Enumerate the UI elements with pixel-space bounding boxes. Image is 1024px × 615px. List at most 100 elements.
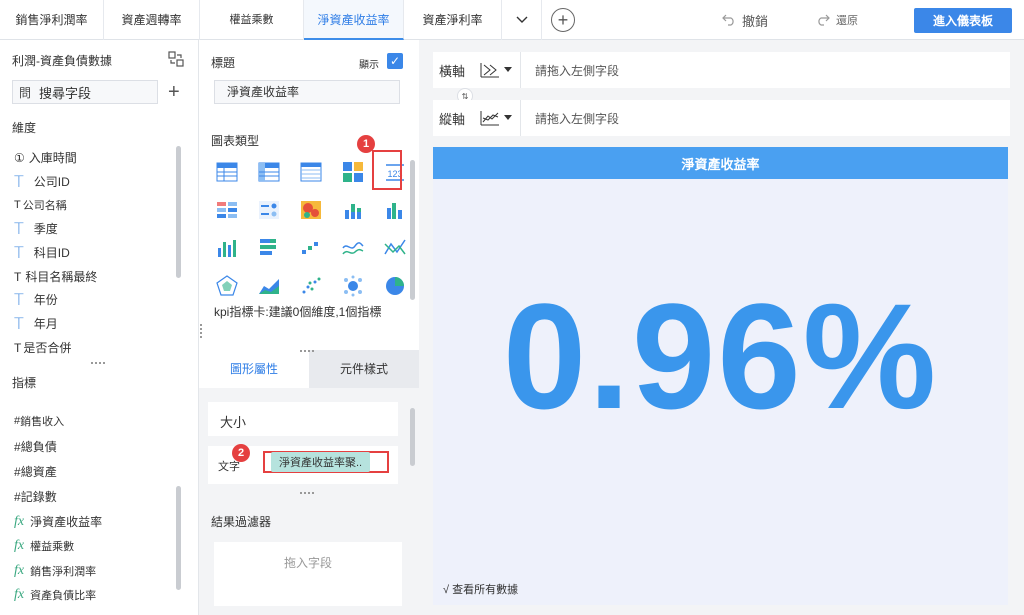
view-all-data-link[interactable]: √ 查看所有數據 <box>443 581 518 597</box>
field-label: 入庫時間 <box>28 151 77 165</box>
add-tab-button[interactable]: + <box>551 8 575 32</box>
chart-type-label: 圖表類型 <box>211 134 260 148</box>
vertical-splitter-handle[interactable] <box>200 323 206 339</box>
enter-dashboard-button[interactable]: 進入儀表板 <box>914 8 1012 33</box>
field-label: 銷售淨利潤率 <box>30 566 97 578</box>
metric-item[interactable]: fx 淨資產收益率 <box>14 513 102 530</box>
kpi-value: 0.96% <box>502 272 939 440</box>
tab-graphic-properties[interactable]: 圖形屬性 <box>199 350 309 388</box>
y-axis-sort-button[interactable] <box>471 100 521 136</box>
y-axis-shelf[interactable]: 縱軸 請拖入左側字段 <box>433 100 1010 136</box>
x-axis-sort-button[interactable] <box>471 52 521 88</box>
area-chart-icon[interactable] <box>257 274 281 298</box>
dimension-item[interactable]: T 科目ID <box>14 243 70 262</box>
field-label: 總資產 <box>20 465 57 479</box>
field-label: 科目ID <box>33 246 70 260</box>
number-type-icon: # <box>14 439 21 454</box>
x-axis-drop-hint: 請拖入左側字段 <box>535 63 620 78</box>
waterfall-icon[interactable] <box>299 236 323 260</box>
horizontal-bar-icon[interactable] <box>257 236 281 260</box>
caret-down-icon <box>503 67 512 72</box>
metric-item[interactable]: # 總負債 <box>14 438 57 455</box>
line-chart-icon[interactable] <box>341 236 365 260</box>
tab-asset-turnover[interactable]: 資產週轉率 <box>104 0 200 40</box>
show-label: 顯示 <box>359 60 379 71</box>
filter-drop-zone[interactable]: 拖入字段 <box>214 542 402 606</box>
dimension-item[interactable]: T 公司ID <box>14 172 70 191</box>
field-label: 年月 <box>33 317 58 331</box>
metric-item[interactable]: # 銷售收入 <box>14 413 64 429</box>
panel-splitter-handle[interactable] <box>90 362 106 368</box>
dimension-item[interactable]: T 科目名稱最終 <box>14 268 97 285</box>
y-axis-drop-hint: 請拖入左側字段 <box>535 111 620 126</box>
dimension-item[interactable]: T 季度 <box>14 219 58 238</box>
bar-chart-icon[interactable] <box>215 236 239 260</box>
dot-table-icon[interactable] <box>257 198 281 222</box>
metric-item[interactable]: fx 銷售淨利潤率 <box>14 563 96 579</box>
dimension-scrollbar[interactable] <box>176 146 181 278</box>
switch-dataset-icon[interactable] <box>168 51 184 67</box>
search-input[interactable]: 問 搜尋字段 <box>12 80 158 104</box>
size-property-row[interactable]: 大小 <box>208 402 398 436</box>
detail-table-icon[interactable] <box>299 160 323 184</box>
section-splitter-handle[interactable] <box>299 350 315 356</box>
property-scrollbar[interactable] <box>410 408 415 466</box>
dimension-item[interactable]: T 年月 <box>14 314 58 333</box>
dimension-item[interactable]: ① 入庫時間 <box>14 149 77 166</box>
text-type-icon: T <box>14 243 24 262</box>
kpi-chart-card: 淨資產收益率 0.96% √ 查看所有數據 <box>433 147 1008 605</box>
redo-button[interactable]: 還原 <box>816 0 858 40</box>
group-bar-icon[interactable] <box>383 198 407 222</box>
table-chart-icon[interactable] <box>215 160 239 184</box>
metric-item[interactable]: # 記錄數 <box>14 488 57 505</box>
field-label: 公司ID <box>33 175 70 189</box>
colored-table-icon[interactable] <box>215 198 239 222</box>
radar-chart-icon[interactable] <box>215 274 239 298</box>
show-title-checkbox[interactable]: ✓ <box>387 53 403 69</box>
filter-splitter-handle[interactable] <box>299 492 315 498</box>
text-type-icon: T <box>14 314 24 333</box>
tab-component-style[interactable]: 元件樣式 <box>309 350 419 388</box>
heatmap-grid-icon[interactable] <box>341 160 365 184</box>
more-tabs-button[interactable] <box>502 0 542 40</box>
tab-equity-multiplier[interactable]: 權益乘數 <box>200 0 304 40</box>
formula-icon: fx <box>14 513 25 529</box>
caret-down-icon <box>503 115 512 120</box>
dimension-item[interactable]: T 年份 <box>14 290 58 309</box>
x-axis-label: 橫軸 <box>439 63 466 79</box>
heatmap-icon[interactable] <box>299 198 323 222</box>
tab-roa[interactable]: 資產淨利率 <box>404 0 502 40</box>
dimension-item[interactable]: T 公司名稱 <box>14 197 67 213</box>
metric-item[interactable]: # 總資產 <box>14 463 57 480</box>
undo-button[interactable]: 撤銷 <box>722 0 768 40</box>
tab-sales-net-profit[interactable]: 銷售淨利潤率 <box>0 0 104 40</box>
chart-title: 淨資產收益率 <box>433 147 1008 179</box>
cross-table-icon[interactable] <box>257 160 281 184</box>
add-field-button[interactable]: + <box>168 80 180 104</box>
pie-chart-icon[interactable] <box>383 274 407 298</box>
scatter-chart-icon[interactable] <box>299 274 323 298</box>
x-axis-shelf[interactable]: 橫軸 請拖入左側字段 <box>433 52 1010 88</box>
metric-item[interactable]: fx 權益乘數 <box>14 538 74 554</box>
text-field-pill[interactable]: 淨資產收益率聚.. <box>271 452 371 472</box>
tab-roe[interactable]: 淨資產收益率 <box>304 0 404 40</box>
metric-item[interactable]: fx 資產負債比率 <box>14 587 96 603</box>
field-label: 季度 <box>33 222 58 236</box>
dataset-title: 利潤-資產負債數據 <box>12 54 112 68</box>
metric-scrollbar[interactable] <box>176 486 181 590</box>
x-axis-sort-icon <box>480 63 499 78</box>
dimension-item[interactable]: T 是否合併 <box>14 339 71 356</box>
field-label: 科目名稱最終 <box>25 270 98 284</box>
stacked-bar-icon[interactable] <box>341 198 365 222</box>
title-label: 標題 <box>211 56 236 70</box>
bubble-chart-icon[interactable] <box>341 274 365 298</box>
combo-line-icon[interactable] <box>383 236 407 260</box>
size-label: 大小 <box>220 415 247 430</box>
chart-title-input[interactable]: 淨資產收益率 <box>214 80 400 104</box>
chart-type-scrollbar[interactable] <box>410 160 415 300</box>
field-label: 是否合併 <box>23 341 72 355</box>
result-filter-label: 結果過濾器 <box>211 515 272 529</box>
text-field-pill-highlight[interactable]: 淨資產收益率聚.. <box>263 451 389 473</box>
y-axis-sort-icon <box>480 111 499 126</box>
number-type-icon: # <box>14 464 21 479</box>
